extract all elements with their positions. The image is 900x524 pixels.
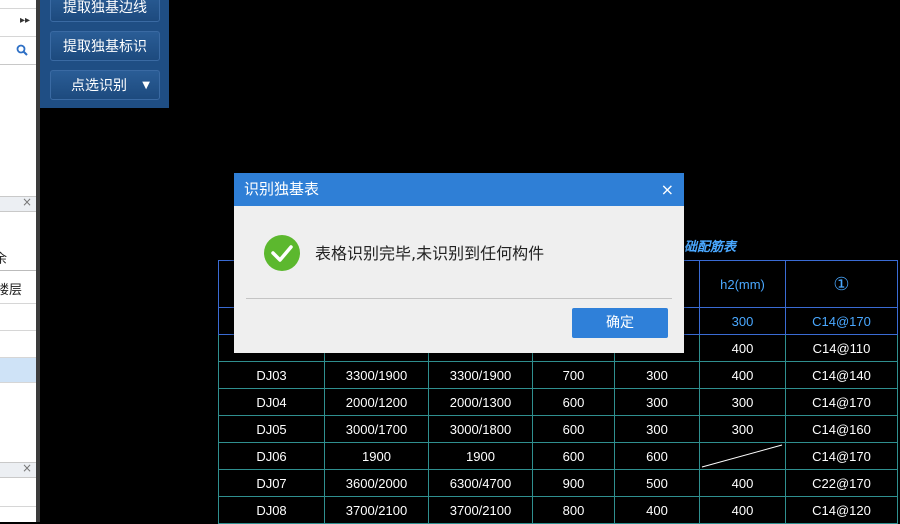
cell-a: 1900	[324, 442, 429, 470]
cell-id: DJ06	[218, 442, 325, 470]
cell-rebar: C14@120	[785, 496, 898, 524]
cell-h2: 400	[699, 334, 786, 362]
list-item[interactable]	[0, 331, 36, 358]
table-row: DJ05 3000/1700 3000/1800 600 300 300 C14…	[218, 415, 898, 443]
cell-c: 800	[532, 496, 615, 524]
cell-h2: 300	[699, 388, 786, 416]
cell-b: 2000/1300	[428, 388, 533, 416]
cell-c: 700	[532, 361, 615, 389]
table-row: DJ07 3600/2000 6300/4700 900 500 400 C22…	[218, 469, 898, 497]
cell-c: 600	[532, 415, 615, 443]
cell-d: 500	[614, 469, 700, 497]
cell-d: 300	[614, 388, 700, 416]
cell-h2-diagonal	[699, 442, 786, 470]
confirm-button[interactable]: 确定	[572, 308, 668, 338]
cell-a: 3700/2100	[324, 496, 429, 524]
cell-h2: 400	[699, 469, 786, 497]
cell-b: 3000/1800	[428, 415, 533, 443]
extract-foundation-label-button[interactable]: 提取独基标识	[50, 31, 160, 61]
recognize-foundation-table-dialog: 识别独基表 × 表格识别完毕,未识别到任何构件 确定	[234, 173, 684, 353]
cell-id: DJ05	[218, 415, 325, 443]
success-check-icon	[264, 235, 300, 271]
extract-foundation-edge-button[interactable]: 提取独基边线	[50, 0, 160, 22]
header-h2: h2(mm)	[699, 260, 786, 308]
cell-a: 2000/1200	[324, 388, 429, 416]
cell-h2: 400	[699, 361, 786, 389]
close-icon[interactable]: ×	[661, 173, 674, 206]
cell-c: 600	[532, 388, 615, 416]
cell-d: 600	[614, 442, 700, 470]
cad-table-title: 础配筋表	[684, 240, 737, 255]
cell-rebar: C14@110	[785, 334, 898, 362]
header-rebar: ①	[785, 260, 898, 308]
panel-label-row: 余	[0, 212, 36, 271]
panel-nav-row: ▸▸	[0, 8, 36, 37]
list-item[interactable]	[0, 478, 36, 507]
cell-b: 6300/4700	[428, 469, 533, 497]
button-label: 提取独基标识	[63, 39, 147, 55]
cell-h2: 300	[699, 307, 786, 335]
search-icon[interactable]	[16, 44, 28, 56]
dialog-divider	[246, 298, 672, 299]
search-row[interactable]	[0, 36, 36, 65]
panel-split-bar: ×	[0, 195, 36, 212]
cell-a: 3000/1700	[324, 415, 429, 443]
table-row: DJ06 1900 1900 600 600 C14@170	[218, 442, 898, 470]
cell-c: 900	[532, 469, 615, 497]
panel-split-bar-2: ×	[0, 461, 36, 478]
cell-id: DJ08	[218, 496, 325, 524]
cell-c: 600	[532, 442, 615, 470]
recognition-toolbar: 提取独基边线 提取独基标识 点选识别 ▼	[40, 0, 169, 108]
table-row: DJ04 2000/1200 2000/1300 600 300 300 C14…	[218, 388, 898, 416]
cell-b: 3300/1900	[428, 361, 533, 389]
table-row: DJ08 3700/2100 3700/2100 800 400 400 C14…	[218, 496, 898, 524]
list-item-selected[interactable]	[0, 358, 36, 383]
panel-header-row: 楼层	[0, 271, 36, 304]
cell-id: DJ04	[218, 388, 325, 416]
point-select-recognize-button[interactable]: 点选识别 ▼	[50, 70, 160, 100]
cell-d: 400	[614, 496, 700, 524]
cell-h2: 300	[699, 415, 786, 443]
close-icon[interactable]: ×	[22, 195, 32, 209]
cell-id: DJ03	[218, 361, 325, 389]
cell-rebar: C14@140	[785, 361, 898, 389]
left-panel: ▸▸ × 余 楼层 ×	[0, 0, 38, 522]
cell-id: DJ07	[218, 469, 325, 497]
table-row: DJ03 3300/1900 3300/1900 700 300 400 C14…	[218, 361, 898, 389]
button-label: 点选识别	[71, 78, 127, 94]
cell-a: 3300/1900	[324, 361, 429, 389]
close-icon[interactable]: ×	[22, 461, 32, 475]
cell-b: 3700/2100	[428, 496, 533, 524]
cell-rebar: C14@170	[785, 442, 898, 470]
cell-rebar: C14@170	[785, 307, 898, 335]
dropdown-arrow-icon[interactable]: ▼	[142, 71, 150, 101]
list-item[interactable]	[0, 304, 36, 331]
panel-label-a: 余	[0, 252, 8, 267]
cell-rebar: C14@160	[785, 415, 898, 443]
dialog-title: 识别独基表	[244, 180, 320, 198]
cell-d: 300	[614, 415, 700, 443]
panel-label-b: 楼层	[0, 283, 23, 298]
cell-d: 300	[614, 361, 700, 389]
cell-rebar: C22@170	[785, 469, 898, 497]
cell-h2: 400	[699, 496, 786, 524]
cell-b: 1900	[428, 442, 533, 470]
button-label: 提取独基边线	[63, 0, 147, 16]
cell-rebar: C14@170	[785, 388, 898, 416]
fast-forward-icon[interactable]: ▸▸	[20, 15, 30, 26]
dialog-message: 表格识别完毕,未识别到任何构件	[315, 244, 545, 263]
diagonal-line	[701, 444, 783, 468]
dialog-title-bar[interactable]: 识别独基表 ×	[234, 173, 684, 206]
cell-a: 3600/2000	[324, 469, 429, 497]
